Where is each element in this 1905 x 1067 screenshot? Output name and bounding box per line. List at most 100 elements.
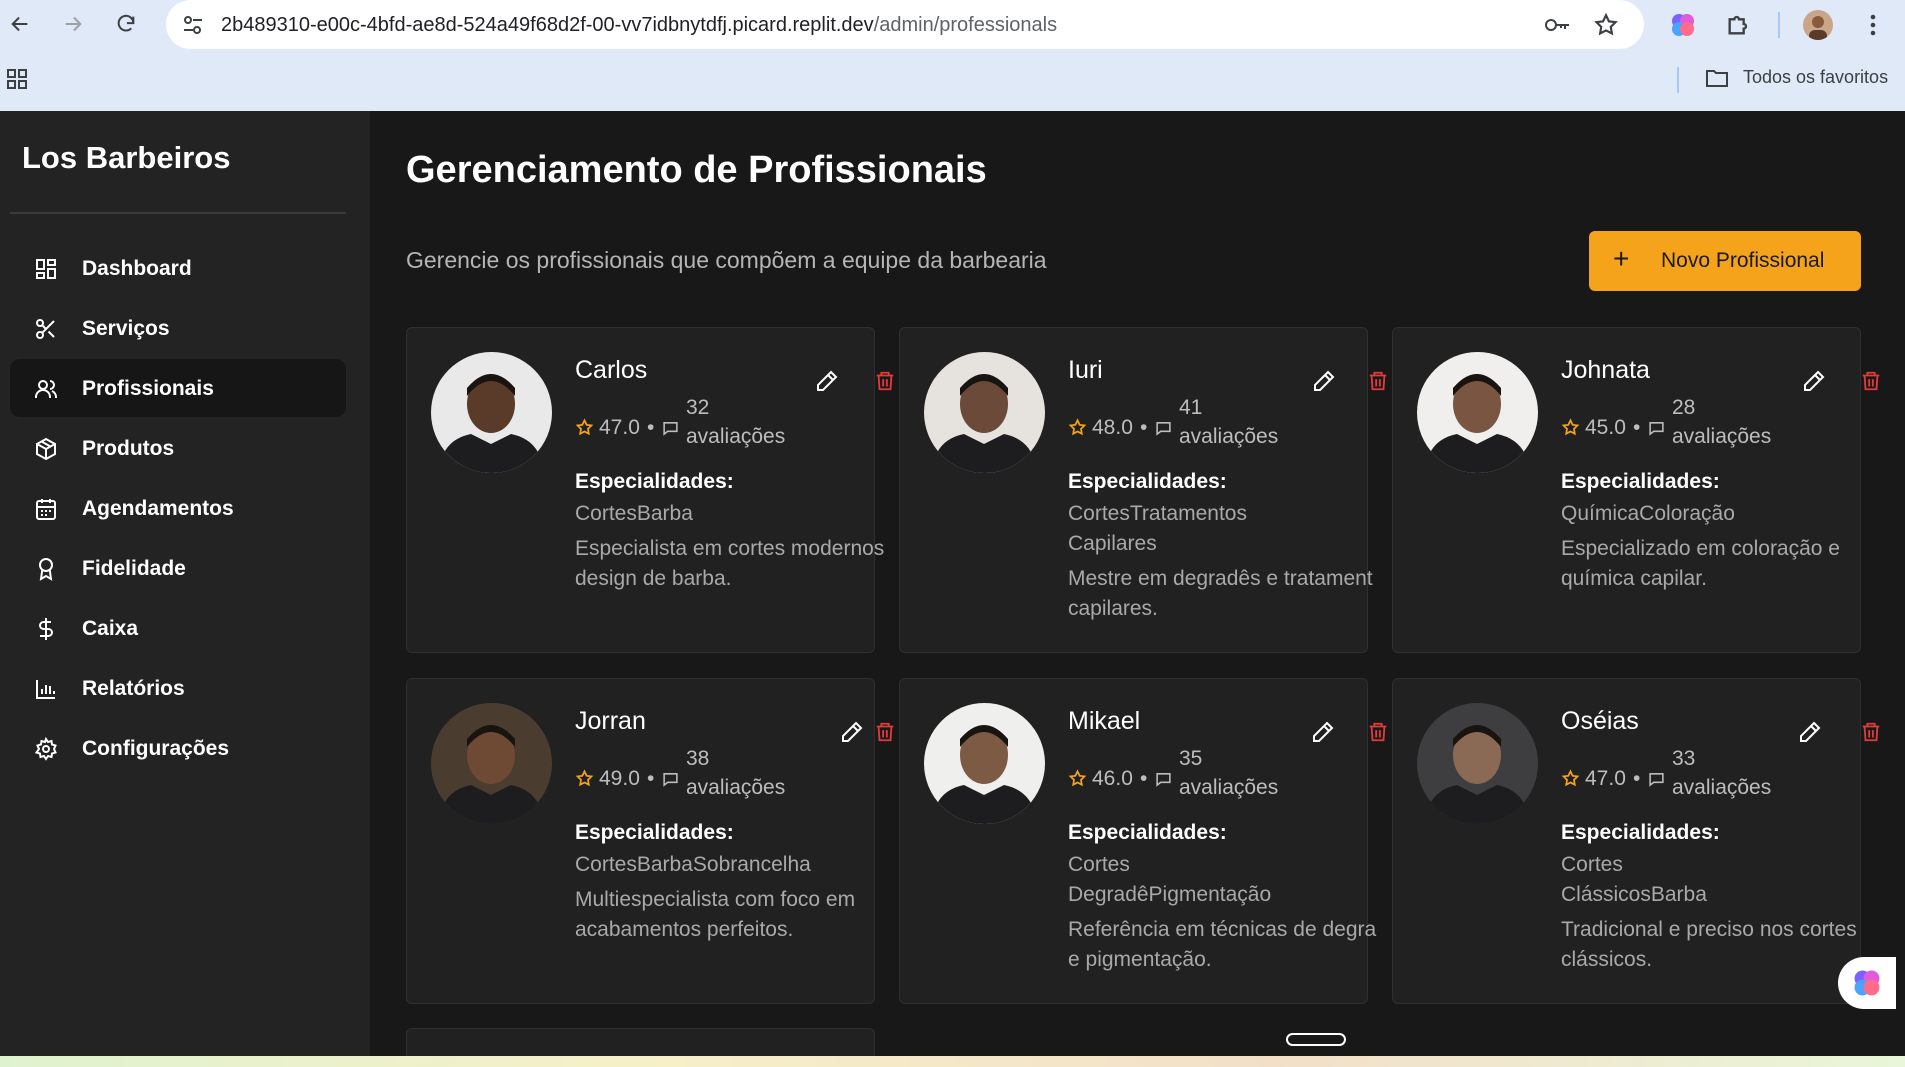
professional-name: Iuri: [1068, 356, 1103, 384]
rating-value: 48.0: [1092, 416, 1133, 439]
delete-trash-icon[interactable]: [874, 720, 896, 744]
delete-trash-icon[interactable]: [1367, 720, 1389, 744]
reviews-label: avaliações: [1179, 425, 1279, 448]
sidebar-item-servicos[interactable]: Serviços: [10, 299, 346, 357]
site-info-icon[interactable]: [180, 12, 208, 38]
delete-trash-icon[interactable]: [1860, 720, 1882, 744]
delete-trash-icon[interactable]: [874, 369, 896, 393]
bookmarks-folder[interactable]: Todos os favoritos: [1705, 67, 1888, 88]
delete-trash-icon[interactable]: [1860, 369, 1882, 393]
folder-icon: [1706, 69, 1728, 87]
specialties-label: Especialidades:: [1068, 470, 1227, 493]
edit-pencil-icon[interactable]: [840, 720, 864, 744]
extensions-puzzle-icon[interactable]: [1725, 10, 1755, 40]
reviews-count: 33: [1672, 747, 1696, 770]
sidebar-menu: Dashboard Serviços Profissionais Produto…: [10, 239, 346, 779]
specialties-list: Cortes ClássicosBarba: [1561, 850, 1826, 910]
package-icon: [34, 437, 58, 461]
back-icon[interactable]: [4, 8, 36, 40]
star-icon: [575, 769, 594, 787]
specialty-line: Cortes: [1068, 853, 1130, 876]
specialty-line: Cortes: [1561, 853, 1623, 876]
sidebar-item-dashboard[interactable]: Dashboard: [10, 239, 346, 297]
edit-pencil-icon[interactable]: [1312, 369, 1336, 393]
professional-avatar: [924, 352, 1045, 473]
specialty-line: CortesBarba: [575, 502, 693, 525]
comment-icon: [663, 773, 678, 787]
edit-pencil-icon[interactable]: [1798, 720, 1822, 744]
assistant-brain-button[interactable]: [1838, 957, 1896, 1009]
professional-description: Especialista em cortes modernos: [575, 537, 885, 560]
edit-pencil-icon[interactable]: [1311, 720, 1335, 744]
specialties-label: Especialidades:: [1561, 470, 1720, 493]
rating-row: 46.0 • 35 avaliações: [1068, 747, 1368, 807]
professional-description: acabamentos perfeitos.: [575, 918, 794, 941]
award-icon: [34, 557, 58, 581]
reviews-label: avaliações: [1672, 776, 1772, 799]
address-bar[interactable]: 2b489310-e00c-4bfd-ae8d-524a49f68d2f-00-…: [166, 0, 1644, 49]
specialties-label: Especialidades:: [575, 470, 734, 493]
professional-description: Referência em técnicas de degra: [1068, 918, 1377, 941]
reviews-count: 38: [686, 747, 710, 770]
delete-trash-icon[interactable]: [1367, 369, 1389, 393]
star-icon: [1068, 769, 1087, 787]
specialty-line: QuímicaColoração: [1561, 502, 1735, 525]
sidebar-item-label: Profissionais: [82, 377, 214, 400]
sidebar-item-produtos[interactable]: Produtos: [10, 419, 346, 477]
separator-dot: •: [1140, 767, 1148, 790]
page-subtitle: Gerencie os profissionais que compõem a …: [406, 247, 1047, 273]
professional-avatar: [1417, 352, 1538, 473]
extension-brain-icon[interactable]: [1668, 10, 1698, 40]
separator-dot: •: [647, 767, 655, 790]
gear-icon: [34, 736, 58, 761]
sidebar-item-configuracoes[interactable]: Configurações: [10, 719, 346, 777]
password-key-icon[interactable]: [1543, 12, 1571, 38]
professional-card: Oséias 47.0 • 33 avaliações Especialidad…: [1392, 678, 1880, 1004]
rating-row: 47.0 • 33 avaliações: [1561, 747, 1861, 807]
professional-card: Mikael 46.0 • 35 avaliações Especialidad…: [899, 678, 1387, 1004]
profile-avatar[interactable]: [1803, 10, 1833, 40]
specialty-line: Capilares: [1068, 532, 1157, 555]
new-professional-button[interactable]: + Novo Profissional: [1589, 231, 1861, 291]
separator-dot: •: [1633, 767, 1641, 790]
sidebar-item-profissionais[interactable]: Profissionais: [10, 359, 346, 417]
apps-grid-icon[interactable]: [6, 68, 28, 95]
specialty-line: CortesBarbaSobrancelha: [575, 853, 811, 876]
specialty-line: DegradêPigmentação: [1068, 883, 1272, 906]
main-content: Gerenciamento de Profissionais Gerencie …: [370, 111, 1905, 1056]
bookmarks-divider: [1677, 67, 1679, 93]
professional-description: Multiespecialista com foco em: [575, 888, 856, 911]
sidebar-item-caixa[interactable]: Caixa: [10, 599, 346, 657]
sidebar-item-label: Dashboard: [82, 257, 192, 280]
edit-pencil-icon[interactable]: [1802, 369, 1826, 393]
dashboard-icon: [34, 257, 58, 281]
reload-icon[interactable]: [110, 8, 142, 40]
sidebar-item-relatorios[interactable]: Relatórios: [10, 659, 346, 717]
professional-description: design de barba.: [575, 567, 732, 590]
edit-pencil-icon[interactable]: [815, 369, 839, 393]
rating-row: 49.0 • 38 avaliações: [575, 747, 875, 807]
horizontal-scroll-indicator[interactable]: [1286, 1033, 1346, 1046]
forward-icon[interactable]: [57, 8, 89, 40]
sidebar-item-agendamentos[interactable]: Agendamentos: [10, 479, 346, 537]
bookmark-star-icon[interactable]: [1593, 12, 1621, 38]
reviews-label: avaliações: [1672, 425, 1772, 448]
separator-dot: •: [647, 416, 655, 439]
sidebar-item-fidelidade[interactable]: Fidelidade: [10, 539, 346, 597]
brand-title: Los Barbeiros: [22, 140, 231, 175]
bookmarks-bar: [0, 58, 1905, 110]
rating-value: 45.0: [1585, 416, 1626, 439]
page-title: Gerenciamento de Profissionais: [406, 149, 987, 191]
rating-row: 45.0 • 28 avaliações: [1561, 396, 1861, 456]
separator-dot: •: [1633, 416, 1641, 439]
specialties-label: Especialidades:: [575, 821, 734, 844]
reviews-count: 35: [1179, 747, 1203, 770]
sidebar-item-label: Serviços: [82, 317, 170, 340]
menu-kebab-icon[interactable]: [1858, 10, 1888, 40]
professional-card: Iuri 48.0 • 41 avaliações Especialidades…: [899, 327, 1387, 653]
professional-description: Especializado em coloração e: [1561, 537, 1840, 560]
rating-value: 47.0: [599, 416, 640, 439]
reviews-label: avaliações: [686, 776, 786, 799]
brain-icon: [1854, 970, 1880, 996]
app: Los Barbeiros Dashboard Serviços Profiss…: [0, 111, 1905, 1067]
